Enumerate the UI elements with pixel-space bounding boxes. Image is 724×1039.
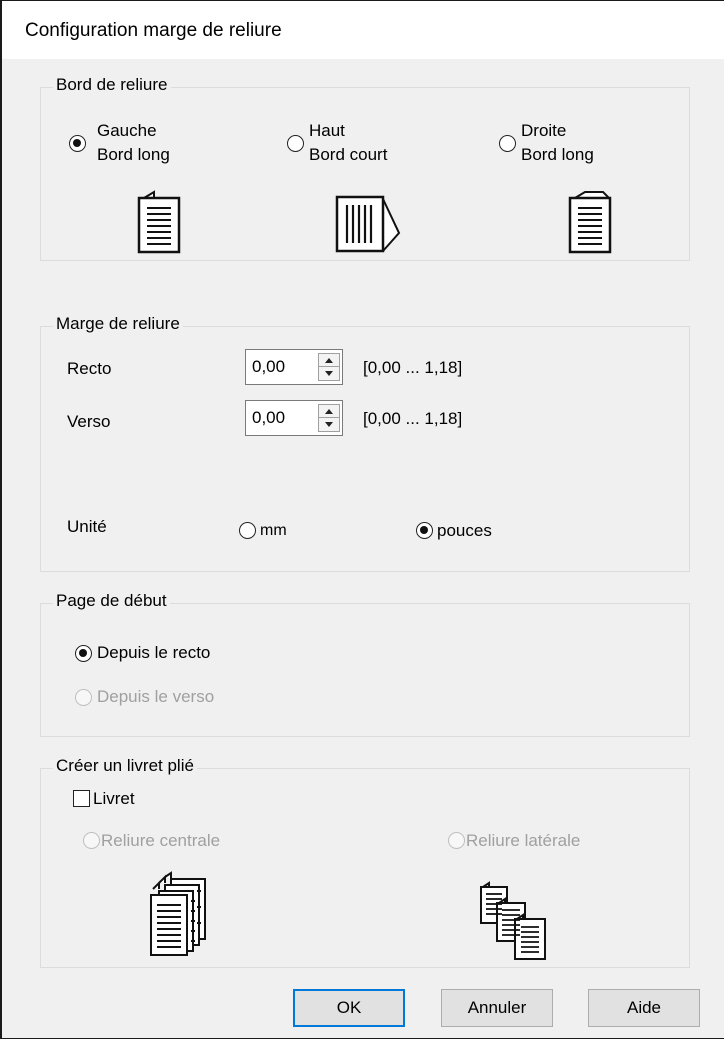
unit-mm-label: mm bbox=[260, 522, 287, 539]
front-margin-spinner[interactable] bbox=[245, 349, 343, 385]
side-binding-label: Reliure latérale bbox=[466, 831, 581, 850]
booklet-group: Créer un livret plié Livret Reliure cent… bbox=[40, 756, 690, 968]
cancel-button[interactable]: Annuler bbox=[441, 989, 553, 1027]
binding-edge-right-line1: Droite bbox=[521, 121, 567, 140]
booklet-checkbox-label: Livret bbox=[93, 789, 135, 808]
binding-edge-top-line1: Haut bbox=[309, 121, 345, 140]
back-margin-spinner[interactable] bbox=[245, 400, 343, 436]
back-margin-decrement[interactable] bbox=[319, 418, 339, 431]
binding-edge-left-radio[interactable] bbox=[69, 135, 86, 152]
unit-inches-radio[interactable] bbox=[416, 522, 433, 539]
help-button[interactable]: Aide bbox=[588, 989, 700, 1027]
side-binding-icon bbox=[480, 881, 546, 960]
start-back-label: Depuis le verso bbox=[97, 687, 215, 706]
binding-margin-group: Marge de reliure Recto [0,00 ... 1,18] V… bbox=[40, 314, 690, 572]
front-margin-spin-buttons[interactable] bbox=[318, 353, 340, 381]
top-bound-page-icon bbox=[335, 195, 401, 253]
front-margin-decrement[interactable] bbox=[319, 367, 339, 380]
arrow-up-icon bbox=[325, 409, 333, 414]
center-binding-icon bbox=[150, 871, 206, 956]
front-margin-input[interactable] bbox=[252, 357, 310, 377]
binding-edge-top-line2: Bord court bbox=[309, 145, 388, 164]
start-front-radio[interactable] bbox=[75, 645, 92, 662]
binding-edge-group: Bord de reliure Gauche Bord long Haut Bo… bbox=[40, 75, 690, 261]
back-margin-increment[interactable] bbox=[319, 405, 339, 418]
booklet-legend: Créer un livret plié bbox=[53, 756, 197, 776]
back-margin-input[interactable] bbox=[252, 408, 310, 428]
binding-edge-left-line2: Bord long bbox=[97, 145, 170, 164]
center-binding-radio[interactable] bbox=[83, 832, 100, 849]
start-front-label: Depuis le recto bbox=[97, 643, 211, 662]
back-label: Verso bbox=[67, 412, 111, 431]
arrow-down-icon bbox=[325, 422, 333, 427]
back-margin-range: [0,00 ... 1,18] bbox=[363, 409, 463, 428]
unit-inches-label: pouces bbox=[437, 521, 492, 540]
unit-mm-radio[interactable] bbox=[239, 522, 256, 539]
binding-edge-legend: Bord de reliure bbox=[53, 75, 171, 95]
binding-edge-left-line1: Gauche bbox=[97, 121, 157, 140]
binding-edge-right-radio[interactable] bbox=[499, 135, 516, 152]
front-margin-increment[interactable] bbox=[319, 354, 339, 367]
binding-margin-legend: Marge de reliure bbox=[53, 314, 183, 334]
arrow-up-icon bbox=[325, 358, 333, 363]
ok-button[interactable]: OK bbox=[293, 989, 405, 1027]
side-binding-radio[interactable] bbox=[448, 832, 465, 849]
title-bar: Configuration marge de reliure bbox=[2, 1, 724, 59]
start-back-radio[interactable] bbox=[75, 689, 92, 706]
binding-edge-right-line2: Bord long bbox=[521, 145, 594, 164]
front-margin-range: [0,00 ... 1,18] bbox=[363, 358, 463, 377]
start-page-legend: Page de début bbox=[53, 591, 170, 611]
booklet-checkbox[interactable] bbox=[73, 790, 90, 807]
front-label: Recto bbox=[67, 359, 112, 378]
back-margin-spin-buttons[interactable] bbox=[318, 404, 340, 432]
start-page-group: Page de début Depuis le recto Depuis le … bbox=[40, 591, 690, 737]
right-bound-page-icon bbox=[568, 191, 612, 254]
binding-margin-dialog: Configuration marge de reliure Bord de r… bbox=[0, 0, 724, 1039]
arrow-down-icon bbox=[325, 371, 333, 376]
window-title: Configuration marge de reliure bbox=[25, 20, 282, 41]
binding-edge-top-radio[interactable] bbox=[287, 135, 304, 152]
center-binding-label: Reliure centrale bbox=[101, 831, 221, 850]
unit-label: Unité bbox=[67, 517, 107, 536]
left-bound-page-icon bbox=[137, 190, 181, 254]
